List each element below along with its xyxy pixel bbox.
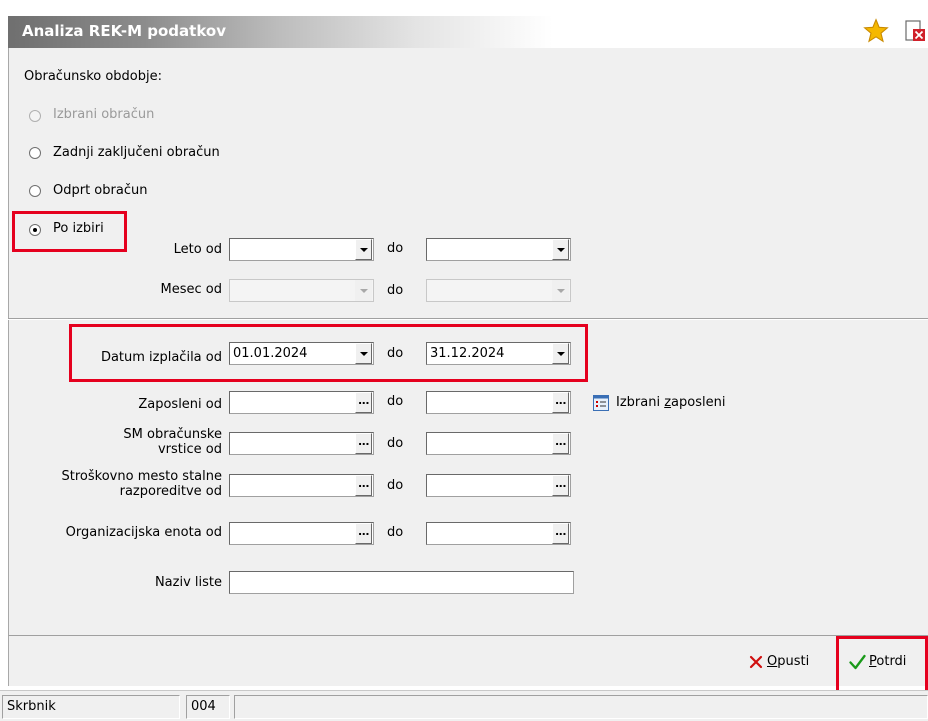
ellipsis-icon: ... xyxy=(357,524,370,538)
employee-to-lookup-button[interactable]: ... xyxy=(552,392,569,413)
sm-lines-from-label-line1: SM obračunske xyxy=(123,427,222,442)
ellipsis-icon: ... xyxy=(554,393,567,407)
cost-center-to-label: do xyxy=(387,478,404,493)
cancel-label-rest: pusti xyxy=(777,654,810,669)
employee-from-lookup-button[interactable]: ... xyxy=(355,392,372,413)
selected-employees-text-rest: aposleni xyxy=(671,395,726,410)
employee-from-label: Zaposleni od xyxy=(138,397,222,412)
org-unit-from-input[interactable] xyxy=(229,522,374,545)
org-unit-from-label: Organizacijska enota od xyxy=(65,525,222,540)
page-icon[interactable] xyxy=(903,19,925,43)
status-bar: Skrbnik 004 xyxy=(0,690,928,721)
month-to-dropdown-button[interactable] xyxy=(552,280,569,301)
ellipsis-icon: ... xyxy=(357,393,370,407)
year-to-dropdown-button[interactable] xyxy=(552,239,569,260)
radio-selected-calculation[interactable] xyxy=(29,110,41,122)
window-title: Analiza REK-M podatkov xyxy=(22,22,226,40)
period-label: Obračunsko obdobje: xyxy=(24,69,162,84)
year-from-label: Leto od xyxy=(173,242,222,257)
year-from-select[interactable] xyxy=(229,238,374,261)
list-icon xyxy=(593,395,609,411)
employee-from-input[interactable] xyxy=(229,391,374,414)
month-from-label: Mesec od xyxy=(160,282,222,297)
radio-open-calculation-label: Odprt obračun xyxy=(53,183,148,198)
cost-center-from-lookup-button[interactable]: ... xyxy=(355,475,372,496)
sm-lines-to-input[interactable] xyxy=(426,432,571,455)
sm-lines-to-lookup-button[interactable]: ... xyxy=(552,433,569,454)
ellipsis-icon: ... xyxy=(554,476,567,490)
employee-to-input[interactable] xyxy=(426,391,571,414)
cost-center-to-lookup-button[interactable]: ... xyxy=(552,475,569,496)
close-icon xyxy=(749,655,763,669)
status-code: 004 xyxy=(186,695,230,719)
sm-lines-from-lookup-button[interactable]: ... xyxy=(355,433,372,454)
month-to-select[interactable] xyxy=(426,279,571,302)
title-bar: Analiza REK-M podatkov xyxy=(8,16,925,48)
radio-last-closed-calculation-label: Zadnji zaključeni obračun xyxy=(53,145,220,160)
ellipsis-icon: ... xyxy=(554,434,567,448)
year-from-dropdown-button[interactable] xyxy=(355,239,372,260)
selected-employees-text: Izbrani xyxy=(616,395,665,410)
month-from-select[interactable] xyxy=(229,279,374,302)
year-to-label: do xyxy=(387,241,404,256)
sm-lines-from-label: SM obračunske vrstice od xyxy=(70,427,222,457)
cost-center-from-input[interactable] xyxy=(229,474,374,497)
status-info xyxy=(234,695,928,719)
sm-lines-from-label-line2: vrstice od xyxy=(157,442,222,457)
selected-employees-button[interactable]: Izbrani zaposleni xyxy=(616,395,725,410)
chevron-down-icon xyxy=(359,247,368,252)
ellipsis-icon: ... xyxy=(357,476,370,490)
cost-center-from-label-line2: razporeditve od xyxy=(119,484,222,499)
employee-to-label: do xyxy=(387,394,404,409)
radio-last-closed-calculation[interactable] xyxy=(29,147,41,159)
sm-lines-from-input[interactable] xyxy=(229,432,374,455)
ellipsis-icon: ... xyxy=(357,434,370,448)
star-icon[interactable] xyxy=(863,18,889,44)
pay-date-highlight xyxy=(69,324,588,382)
cancel-button-label: Opusti xyxy=(767,654,809,669)
org-unit-to-label: do xyxy=(387,525,404,540)
year-to-select[interactable] xyxy=(426,238,571,261)
month-to-label: do xyxy=(387,283,404,298)
chevron-down-icon xyxy=(556,247,565,252)
confirm-highlight xyxy=(836,636,928,695)
cost-center-from-label-line1: Stroškovno mesto stalne xyxy=(61,469,222,484)
chevron-down-icon xyxy=(556,288,565,293)
radio-open-calculation[interactable] xyxy=(29,185,41,197)
cost-center-to-input[interactable] xyxy=(426,474,571,497)
org-unit-to-input[interactable] xyxy=(426,522,571,545)
chevron-down-icon xyxy=(359,288,368,293)
radio-selected-calculation-label: Izbrani obračun xyxy=(53,107,155,122)
cancel-accel: O xyxy=(767,654,778,669)
status-user: Skrbnik xyxy=(2,695,180,719)
sm-lines-to-label: do xyxy=(387,436,404,451)
cost-center-from-label: Stroškovno mesto stalne razporeditve od xyxy=(10,469,222,499)
ellipsis-icon: ... xyxy=(554,524,567,538)
list-name-input[interactable] xyxy=(229,571,574,594)
org-unit-from-lookup-button[interactable]: ... xyxy=(355,523,372,544)
divider xyxy=(8,318,928,320)
month-from-dropdown-button[interactable] xyxy=(355,280,372,301)
list-name-label: Naziv liste xyxy=(154,575,222,590)
org-unit-to-lookup-button[interactable]: ... xyxy=(552,523,569,544)
